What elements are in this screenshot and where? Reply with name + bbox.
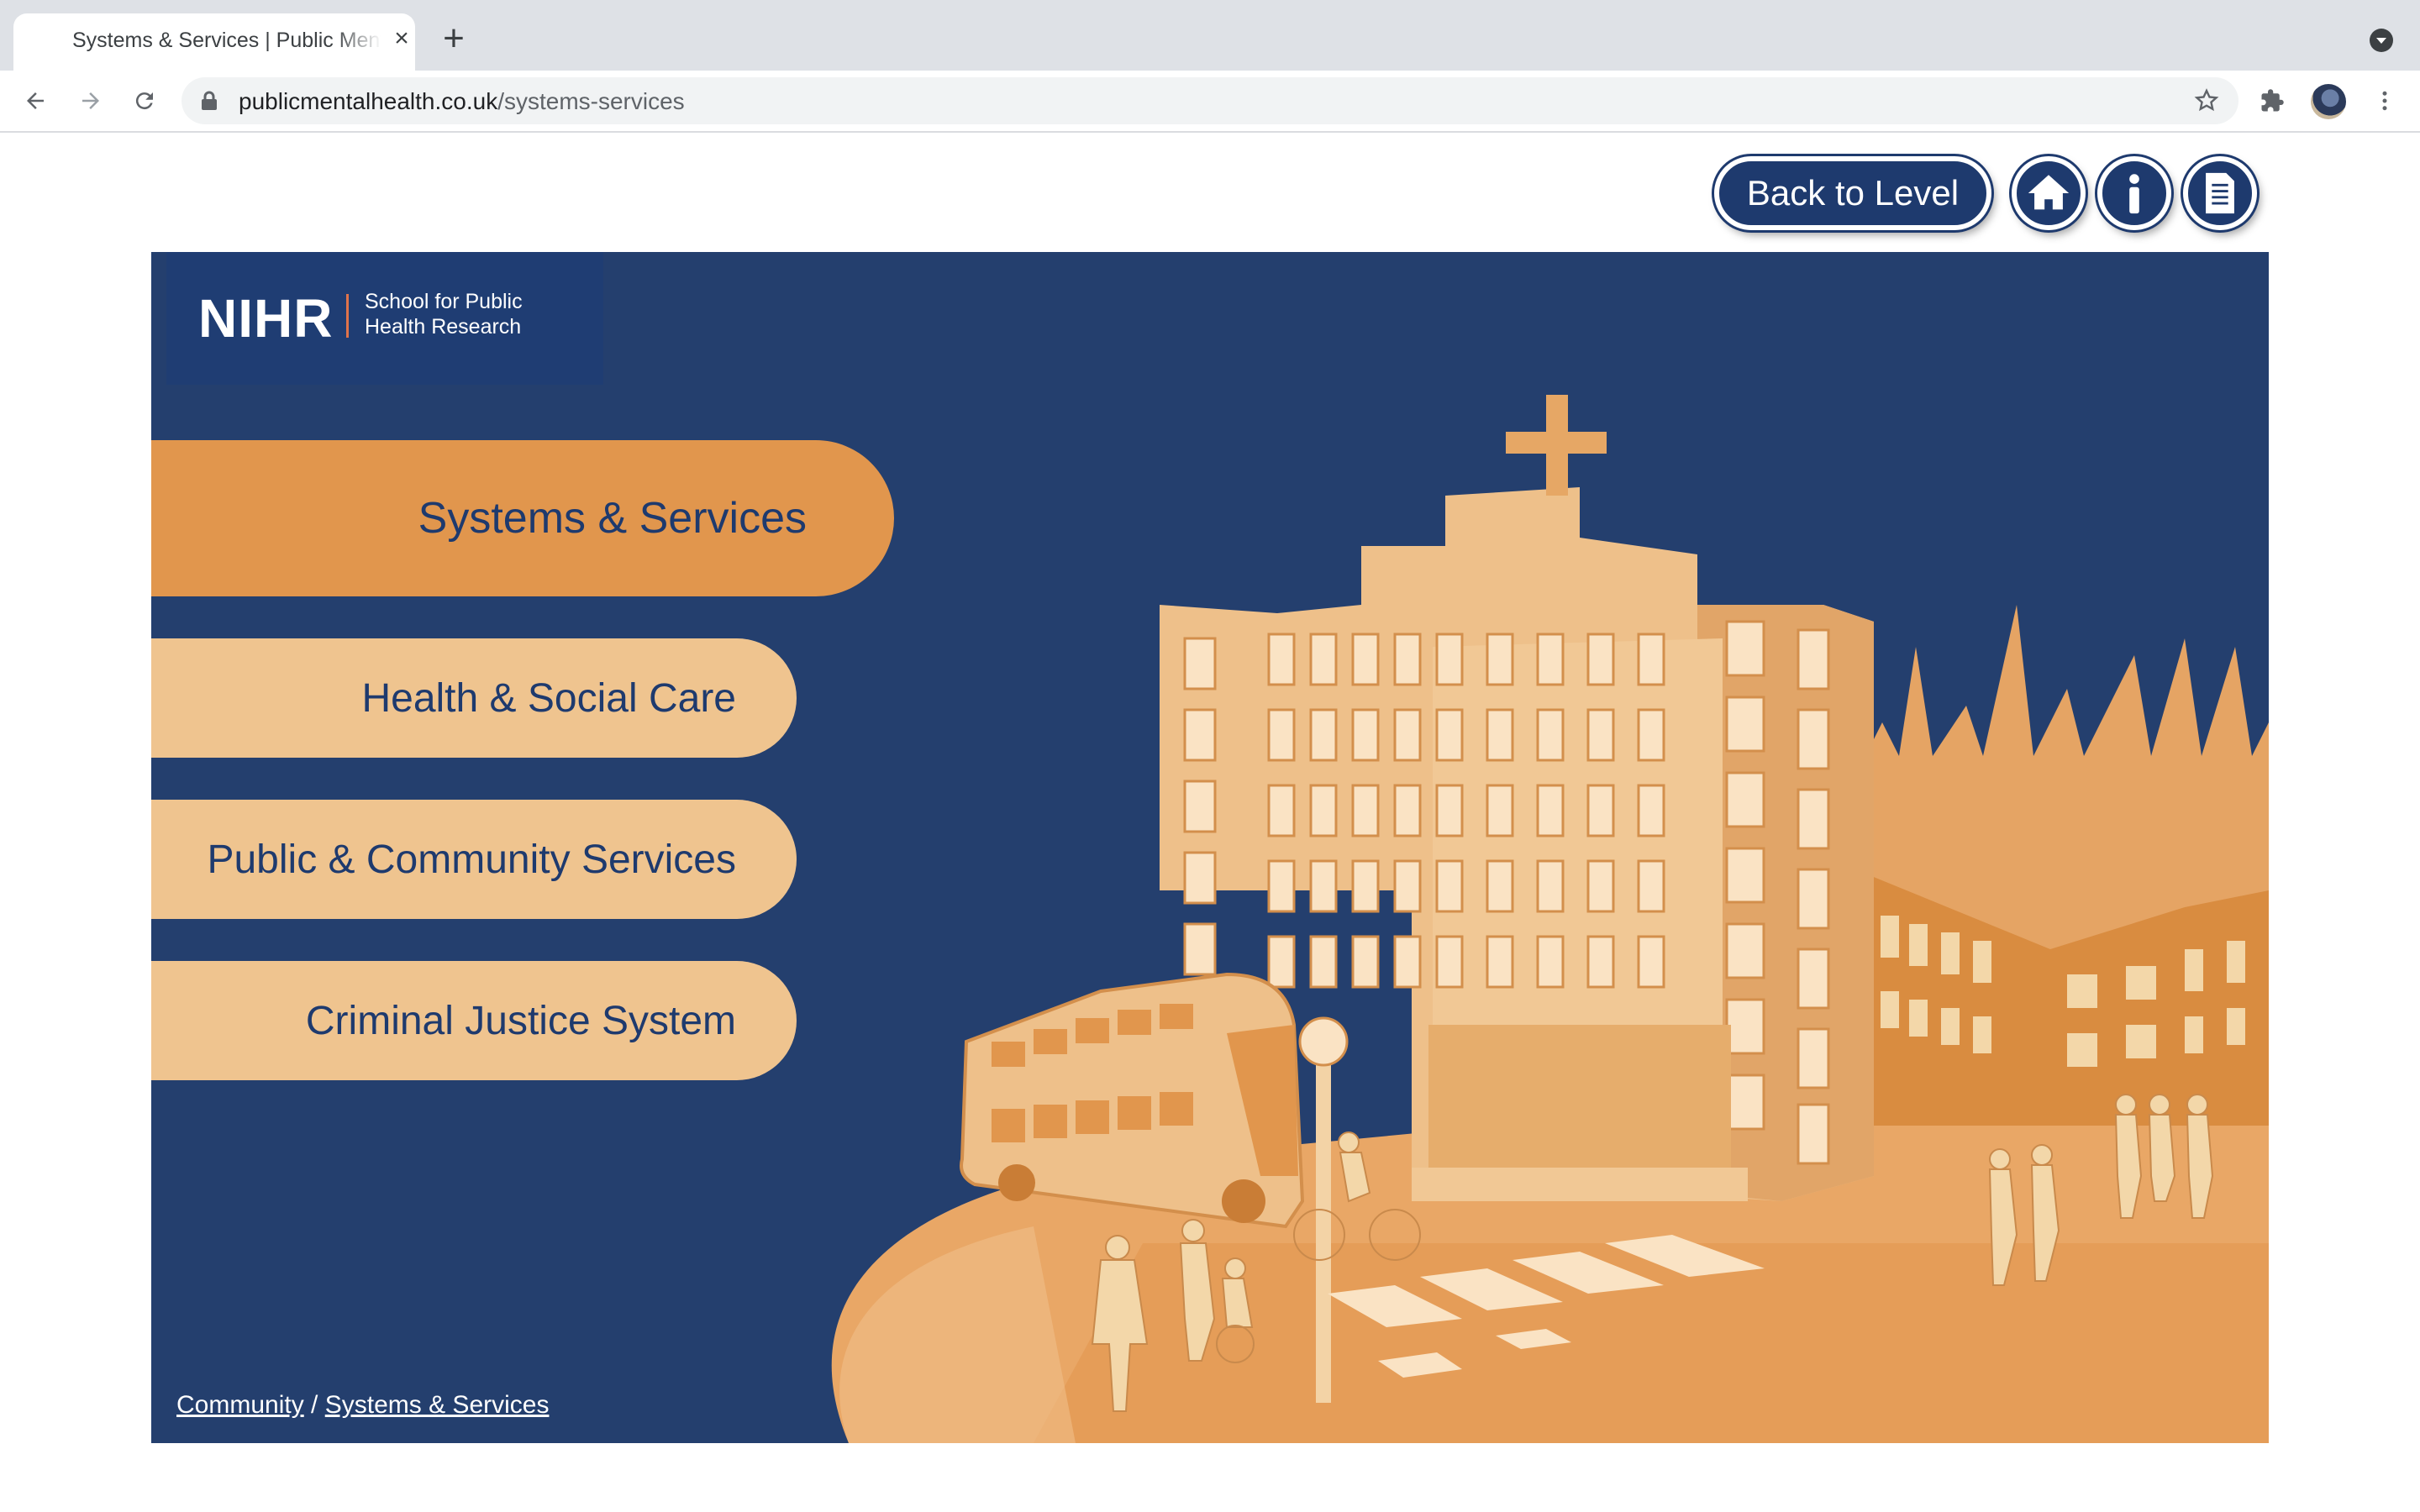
- info-icon: [2129, 174, 2139, 214]
- level-stage: NIHR School for Public Health Research S…: [151, 252, 2269, 1443]
- home-icon: [2028, 175, 2070, 210]
- breadcrumb-current-link[interactable]: Systems & Services: [325, 1391, 550, 1419]
- profile-avatar[interactable]: [2311, 84, 2346, 119]
- back-arrow-icon[interactable]: [17, 82, 54, 119]
- menu-item-label: Public & Community Services: [207, 837, 736, 882]
- logo-divider: [346, 294, 349, 338]
- tab-close-icon[interactable]: ×: [388, 25, 415, 52]
- back-to-level-button[interactable]: Back to Level: [1714, 156, 1991, 230]
- resources-button[interactable]: [2183, 156, 2257, 230]
- breadcrumb-community-link[interactable]: Community: [176, 1391, 304, 1419]
- nihr-logo: NIHR School for Public Health Research: [166, 252, 603, 385]
- logo-subtitle: School for Public Health Research: [365, 290, 523, 339]
- menu-item-public-community-services[interactable]: Public & Community Services: [151, 800, 797, 919]
- browser-tab[interactable]: Systems & Services | Public Mental Healt…: [13, 13, 415, 71]
- info-button[interactable]: [2097, 156, 2171, 230]
- extensions-icon[interactable]: [2254, 82, 2291, 119]
- menu-item-criminal-justice-system[interactable]: Criminal Justice System: [151, 961, 797, 1080]
- reload-icon[interactable]: [126, 82, 163, 119]
- bus-illustration: [960, 972, 1305, 1229]
- tab-search-icon[interactable]: [2370, 29, 2393, 52]
- tab-strip: Systems & Services | Public Mental Healt…: [0, 0, 2420, 71]
- browser-toolbar: publicmentalhealth.co.uk/systems-service…: [0, 71, 2420, 133]
- back-to-level-label: Back to Level: [1746, 173, 1960, 213]
- menu-item-label: Health & Social Care: [361, 675, 736, 721]
- menu-dots-icon[interactable]: [2366, 82, 2403, 119]
- star-icon[interactable]: [2193, 87, 2220, 114]
- menu-item-health-social-care[interactable]: Health & Social Care: [151, 638, 797, 758]
- url-text: publicmentalhealth.co.uk/systems-service…: [239, 88, 685, 114]
- breadcrumb-separator: /: [311, 1391, 318, 1419]
- menu-item-label: Systems & Services: [418, 494, 807, 543]
- forward-arrow-icon[interactable]: [72, 82, 109, 119]
- address-bar[interactable]: publicmentalhealth.co.uk/systems-service…: [182, 77, 2238, 124]
- new-tab-icon[interactable]: +: [437, 20, 471, 57]
- menu-item-label: Criminal Justice System: [305, 998, 736, 1043]
- document-icon: [2206, 172, 2234, 214]
- menu-item-systems-services[interactable]: Systems & Services: [151, 440, 894, 596]
- home-button[interactable]: [2012, 156, 2086, 230]
- logo-brand: NIHR: [198, 288, 334, 349]
- tab-title: Systems & Services | Public Mental Healt…: [72, 29, 381, 52]
- lock-icon: [202, 91, 217, 110]
- breadcrumb: Community / Systems & Services: [176, 1391, 549, 1420]
